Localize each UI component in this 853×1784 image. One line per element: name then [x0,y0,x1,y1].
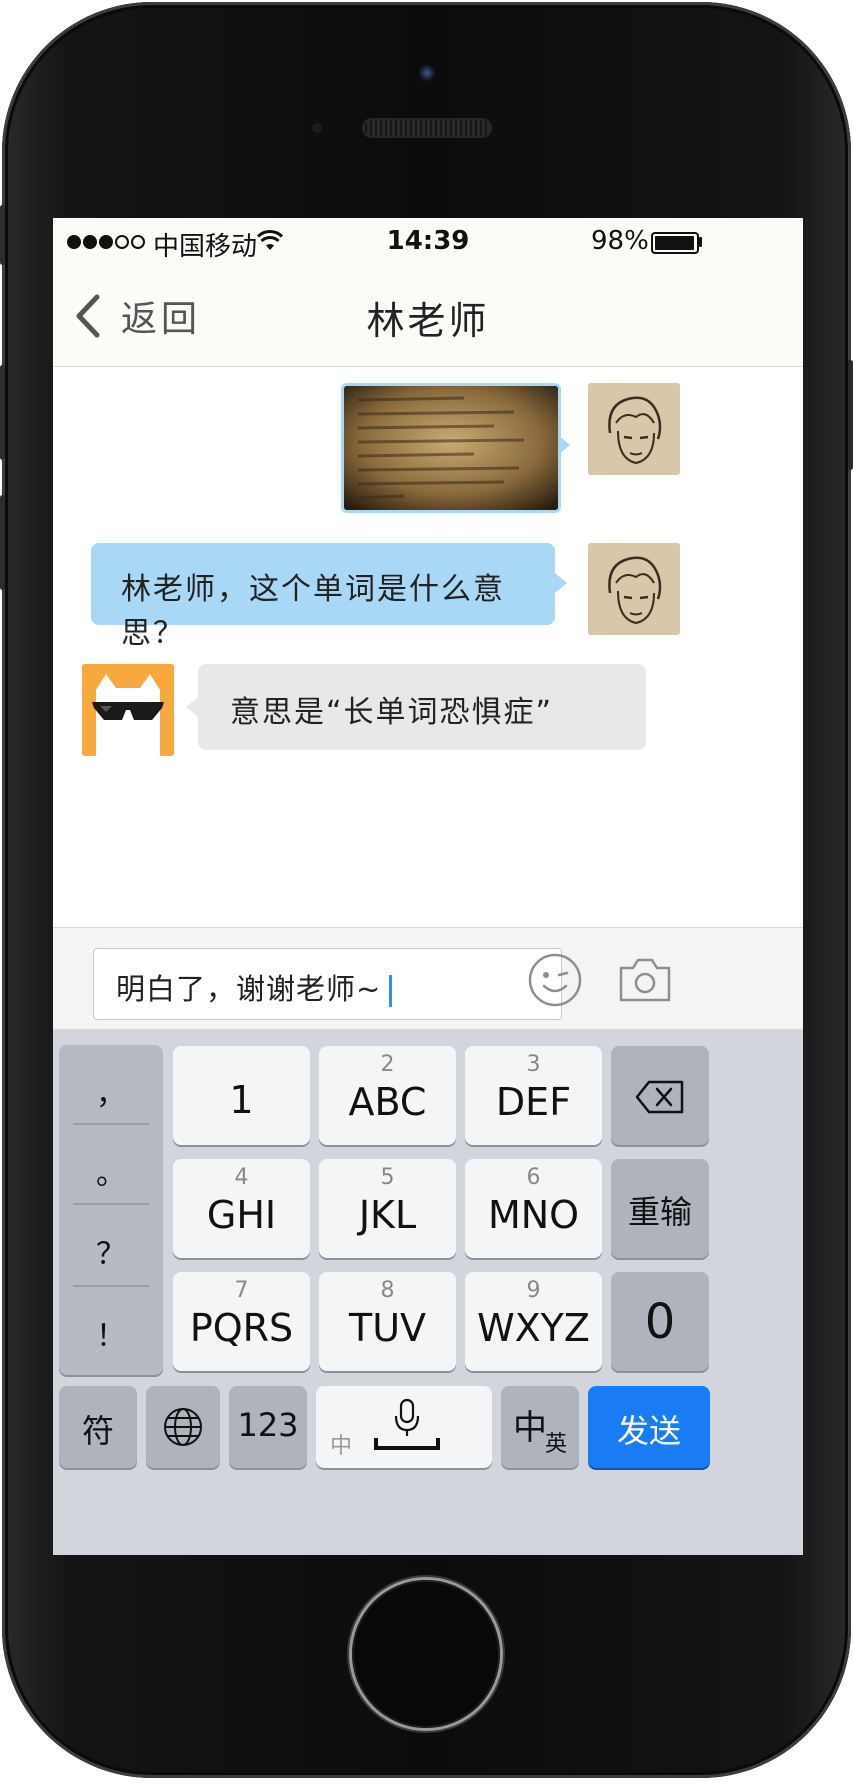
lang-sub: 英 [545,1432,568,1457]
reinput-key[interactable]: 重输 [611,1159,709,1258]
bubble-tail [186,697,198,717]
key-label: ABC [348,1080,427,1124]
chat-area: 林老师，这个单词是什么意思？ 意思是“长单词恐惧症” [53,367,803,927]
bubble-tail [555,573,567,593]
punctuation-comma[interactable]: ， [59,1069,163,1113]
message-text: 意思是“长单词恐惧症” [230,695,554,730]
image-message[interactable] [341,383,561,513]
key-0[interactable]: 0 [611,1272,709,1371]
input-value: 明白了，谢谢老师~ [116,972,382,1006]
screen: 中国移动 14:39 98% 返回 林老师 林老师，这个单词是什么意思？ 意思是… [53,218,803,1555]
mute-switch [0,205,5,265]
divider [73,1123,149,1125]
cat-sunglasses-avatar [82,664,174,756]
send-button[interactable]: 发送 [588,1386,710,1468]
sketch-avatar [588,383,680,475]
key-label: 123 [237,1406,299,1444]
battery-tip [699,237,702,247]
key-6-mno[interactable]: 6 MNO [465,1159,602,1258]
key-label: WXYZ [477,1306,590,1350]
backspace-icon [635,1080,684,1114]
book-page-photo [344,386,558,510]
avatar[interactable] [588,383,680,475]
power-button [848,360,853,470]
navigation-bar: 返回 林老师 [53,266,803,367]
key-label: TUV [348,1306,427,1350]
divider [73,1285,149,1287]
key-1[interactable]: 1 [173,1046,310,1145]
key-digit: 6 [526,1165,541,1190]
front-camera [418,64,436,82]
camera-icon[interactable] [617,954,673,1004]
divider [73,1203,149,1205]
key-digit: 4 [234,1165,249,1190]
page-title: 林老师 [366,299,490,343]
key-3-def[interactable]: 3 DEF [465,1046,602,1145]
key-label: MNO [487,1193,580,1237]
key-label: JKL [358,1193,417,1237]
lang-main: 中 [513,1408,547,1448]
key-digit: 9 [526,1278,541,1303]
incoming-message-bubble[interactable]: 意思是“长单词恐惧症” [198,664,646,750]
key-digit: 3 [526,1052,541,1077]
language-switch-key[interactable]: 中 英 [501,1386,579,1468]
key-label: 1 [229,1078,254,1122]
proximity-sensor [312,123,322,133]
space-key-hint: 中 [330,1434,353,1459]
message-input[interactable]: 明白了，谢谢老师~ [93,948,562,1020]
globe-icon [164,1408,202,1446]
status-bar: 中国移动 14:39 98% [53,218,803,266]
symbols-key[interactable]: 符 [59,1386,137,1468]
earpiece-speaker [362,118,492,138]
backspace-key[interactable] [611,1046,709,1145]
avatar[interactable] [588,543,680,635]
key-5-jkl[interactable]: 5 JKL [319,1159,456,1258]
key-label: 重输 [627,1193,692,1231]
emoji-icon[interactable] [527,952,583,1008]
key-label: DEF [495,1080,572,1124]
message-text: 林老师，这个单词是什么意思？ [121,572,505,651]
key-label: GHI [206,1193,277,1237]
key-8-tuv[interactable]: 8 TUV [319,1272,456,1371]
battery-icon [651,232,699,254]
key-label: 0 [644,1294,676,1350]
sketch-avatar [588,543,680,635]
punctuation-question[interactable]: ？ [59,1229,163,1273]
key-2-abc[interactable]: 2 ABC [319,1046,456,1145]
text-caret [389,975,393,1007]
send-label: 发送 [616,1412,681,1450]
key-digit: 8 [380,1278,395,1303]
space-key[interactable]: 中 [316,1386,492,1468]
teacher-avatar[interactable] [82,664,174,756]
battery-percent: 98% [591,226,649,256]
numbers-key[interactable]: 123 [229,1386,307,1468]
punctuation-period[interactable]: 。 [59,1149,163,1193]
keyboard: ， 。 ？ ！ 1 2 ABC 3 DEF 4 GHI 5 JKL 6 MNO … [53,1029,803,1555]
key-9-wxyz[interactable]: 9 WXYZ [465,1272,602,1371]
volume-up-button [0,365,5,460]
key-label: PQRS [189,1306,294,1350]
globe-key[interactable] [146,1386,220,1468]
bubble-tail [558,435,570,455]
input-bar: 明白了，谢谢老师~ [53,927,803,1030]
key-digit: 2 [380,1052,395,1077]
punctuation-exclamation[interactable]: ！ [59,1311,163,1355]
key-digit: 5 [380,1165,395,1190]
outgoing-message-bubble[interactable]: 林老师，这个单词是什么意思？ [91,543,555,651]
key-digit: 7 [234,1278,249,1303]
input-value-row: 明白了，谢谢老师~ [116,966,393,1008]
key-4-ghi[interactable]: 4 GHI [173,1159,310,1258]
home-button[interactable] [352,1580,500,1728]
punctuation-list[interactable]: ， 。 ？ ！ [59,1045,163,1375]
microphone-icon [374,1398,440,1450]
volume-down-button [0,495,5,590]
key-7-pqrs[interactable]: 7 PQRS [173,1272,310,1371]
key-label: 符 [81,1412,114,1450]
